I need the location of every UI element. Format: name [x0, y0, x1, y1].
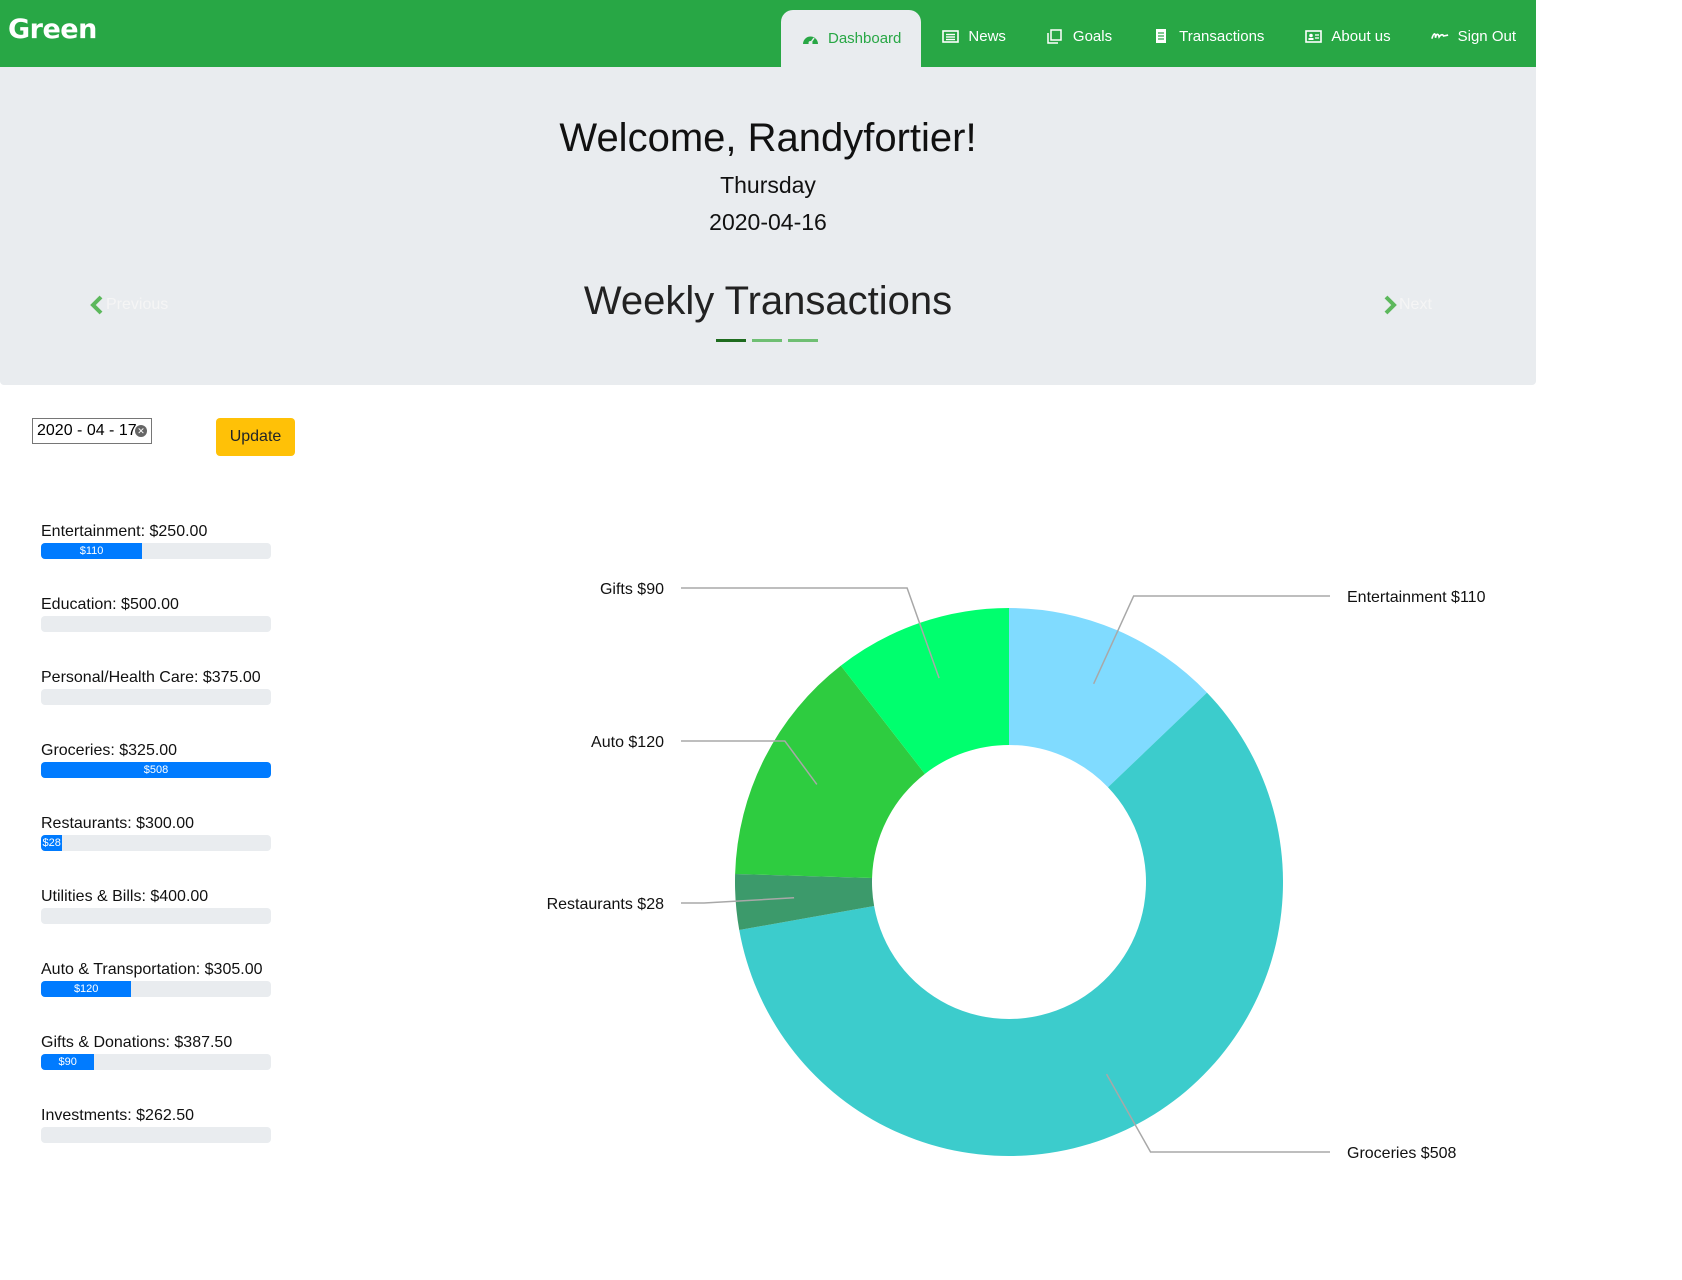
budget-progress-fill: $90 [41, 1054, 95, 1070]
slice-label-groceries: Groceries $508 [1347, 1145, 1456, 1162]
clear-date-icon[interactable]: ✕ [135, 425, 147, 437]
budget-progress-bar: $90 [41, 1054, 271, 1070]
budget-progress-bar [41, 689, 271, 705]
welcome-jumbotron: Welcome, Randyfortier! Thursday 2020-04-… [0, 67, 1536, 385]
nav-item-sign-out[interactable]: Sign Out [1411, 10, 1536, 62]
budget-item: Utilities & Bills: $400.00 [41, 887, 271, 960]
date-input-value: 2020 - 04 - 17 [37, 422, 137, 439]
nav-item-news[interactable]: News [921, 10, 1026, 62]
budget-item: Entertainment: $250.00 $110 [41, 522, 271, 595]
chevron-right-icon [1384, 295, 1397, 315]
slice-label-gifts: Gifts $90 [600, 581, 664, 598]
carousel-indicators [716, 339, 818, 342]
welcome-heading: Welcome, Randyfortier! [559, 116, 977, 160]
copy-icon [1046, 27, 1064, 45]
newspaper-icon [941, 27, 959, 45]
receipt-icon [1152, 27, 1170, 45]
nav-menu: Dashboard News Goals Transactions About … [781, 10, 1536, 67]
budget-item: Education: $500.00 [41, 595, 271, 668]
budget-label: Utilities & Bills: $400.00 [41, 888, 209, 905]
budget-label: Education: $500.00 [41, 596, 179, 613]
budget-progress-bar: $28 [41, 835, 271, 851]
nav-label-sign-out: Sign Out [1457, 27, 1516, 45]
budget-progress-bar [41, 908, 271, 924]
budget-label: Investments: $262.50 [41, 1107, 194, 1124]
budget-progress-bar: $110 [41, 543, 271, 559]
budget-progress-bar: $120 [41, 981, 271, 997]
nav-item-transactions[interactable]: Transactions [1132, 10, 1284, 62]
budget-item: Groceries: $325.00 $508 [41, 741, 271, 814]
budget-label: Entertainment: $250.00 [41, 523, 208, 540]
budget-progress-fill: $28 [41, 835, 63, 851]
carousel-indicator-2[interactable] [752, 339, 782, 342]
budget-item: Personal/Health Care: $375.00 [41, 668, 271, 741]
carousel-title: Weekly Transactions [583, 279, 953, 323]
budget-progress-fill: $110 [41, 543, 143, 559]
budget-progress-fill: $508 [41, 762, 271, 778]
budget-label: Gifts & Donations: $387.50 [41, 1034, 233, 1051]
brand-logo[interactable]: Green [8, 14, 97, 45]
slice-label-entertainment: Entertainment $110 [1347, 589, 1486, 606]
nav-label-transactions: Transactions [1179, 27, 1265, 45]
nav-item-dashboard[interactable]: Dashboard [781, 10, 922, 67]
nav-label-news: News [968, 27, 1006, 45]
nav-label-about-us: About us [1331, 27, 1391, 45]
budget-progress-bar: $508 [41, 762, 271, 778]
nav-item-about-us[interactable]: About us [1284, 10, 1410, 62]
carousel-indicator-3[interactable] [788, 339, 818, 342]
update-button[interactable]: Update [216, 418, 295, 456]
nav-label-dashboard: Dashboard [828, 30, 902, 47]
slice-label-restaurants: Restaurants $28 [547, 896, 665, 913]
budget-progress-bar [41, 616, 271, 632]
budget-item: Restaurants: $300.00 $28 [41, 814, 271, 887]
carousel-indicator-1[interactable] [716, 339, 746, 342]
budget-label: Groceries: $325.00 [41, 742, 178, 759]
budget-label: Restaurants: $300.00 [41, 815, 194, 832]
top-navbar: Green Dashboard News Goals Transactions [0, 0, 1536, 67]
nav-label-goals: Goals [1072, 27, 1113, 45]
week-date-input[interactable]: 2020 - 04 - 17 ✕ [32, 418, 152, 444]
budget-item: Gifts & Donations: $387.50 $90 [41, 1033, 271, 1106]
signature-icon [1430, 27, 1449, 45]
weekday-text: Thursday [720, 172, 816, 198]
carousel-next-label: Next [1399, 296, 1432, 313]
current-date-text: 2020-04-16 [709, 209, 827, 235]
slice-label-auto: Auto $120 [591, 734, 664, 751]
carousel-next-button[interactable]: Next [1381, 295, 1432, 315]
budget-list: Entertainment: $250.00 $110 Education: $50… [41, 522, 271, 1179]
budget-label: Auto & Transportation: $305.00 [41, 961, 263, 978]
id-card-icon [1304, 27, 1322, 45]
budget-item: Auto & Transportation: $305.00 $120 [41, 960, 271, 1033]
nav-item-goals[interactable]: Goals [1026, 10, 1132, 62]
budget-label: Personal/Health Care: $375.00 [41, 669, 261, 686]
budget-progress-bar [41, 1127, 271, 1143]
dashboard-icon [801, 30, 819, 48]
budget-item: Investments: $262.50 [41, 1106, 271, 1179]
budget-progress-fill: $120 [41, 981, 132, 997]
